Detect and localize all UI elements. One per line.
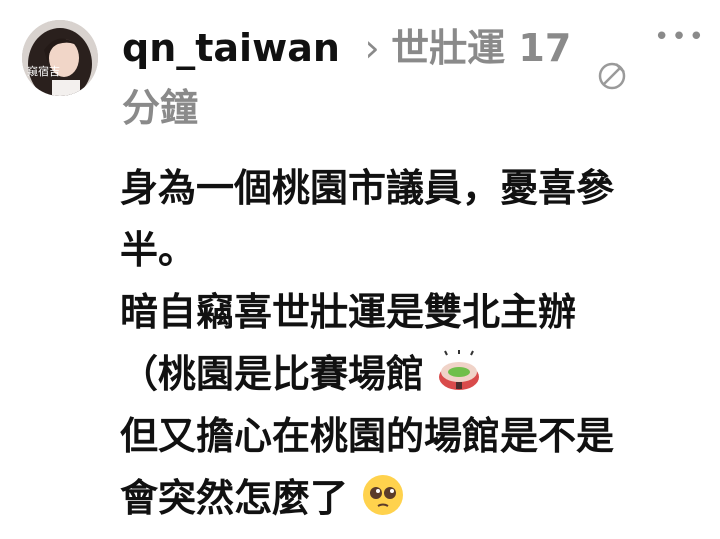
post-line-3: 暗自竊喜世壯運是雙北主辦 <box>120 290 577 334</box>
post-line-2: 半。 <box>120 228 197 272</box>
stadium-emoji <box>439 350 480 390</box>
post-header: qn_taiwan › 世壯運 17 分鐘 <box>122 18 592 138</box>
username-link[interactable]: qn_taiwan <box>122 26 340 70</box>
post-line-4: （桃園是比賽場館 <box>120 343 695 405</box>
avatar-photo <box>22 20 98 96</box>
post-line-6-text: 會突然怎麼了 <box>120 476 349 520</box>
more-horizontal-icon[interactable]: ••• <box>654 24 706 50</box>
edit-slash-icon[interactable] <box>595 59 629 93</box>
topic-link[interactable]: 世壯運 <box>391 26 505 70</box>
avatar[interactable]: 窺宿吉 <box>22 20 98 96</box>
post-line-4-text: （桃園是比賽場館 <box>120 352 425 396</box>
threads-post: 窺宿吉 qn_taiwan › 世壯運 17 分鐘 ••• 身為一個桃園市議員，憂… <box>0 0 720 539</box>
post-line-5: 但又擔心在桃園的場館是不是 <box>120 414 615 458</box>
post-line-6: 會突然怎麼了 <box>120 467 695 529</box>
post-line-1: 身為一個桃園市議員，憂喜參 <box>120 166 615 210</box>
avatar-caption: 窺宿吉 <box>27 65 60 78</box>
chevron-right-icon: › <box>364 26 380 70</box>
post-body: 身為一個桃園市議員，憂喜參 半。 暗自竊喜世壯運是雙北主辦 （桃園是比賽場館 但… <box>120 157 695 529</box>
pleading-face-emoji <box>363 475 404 515</box>
